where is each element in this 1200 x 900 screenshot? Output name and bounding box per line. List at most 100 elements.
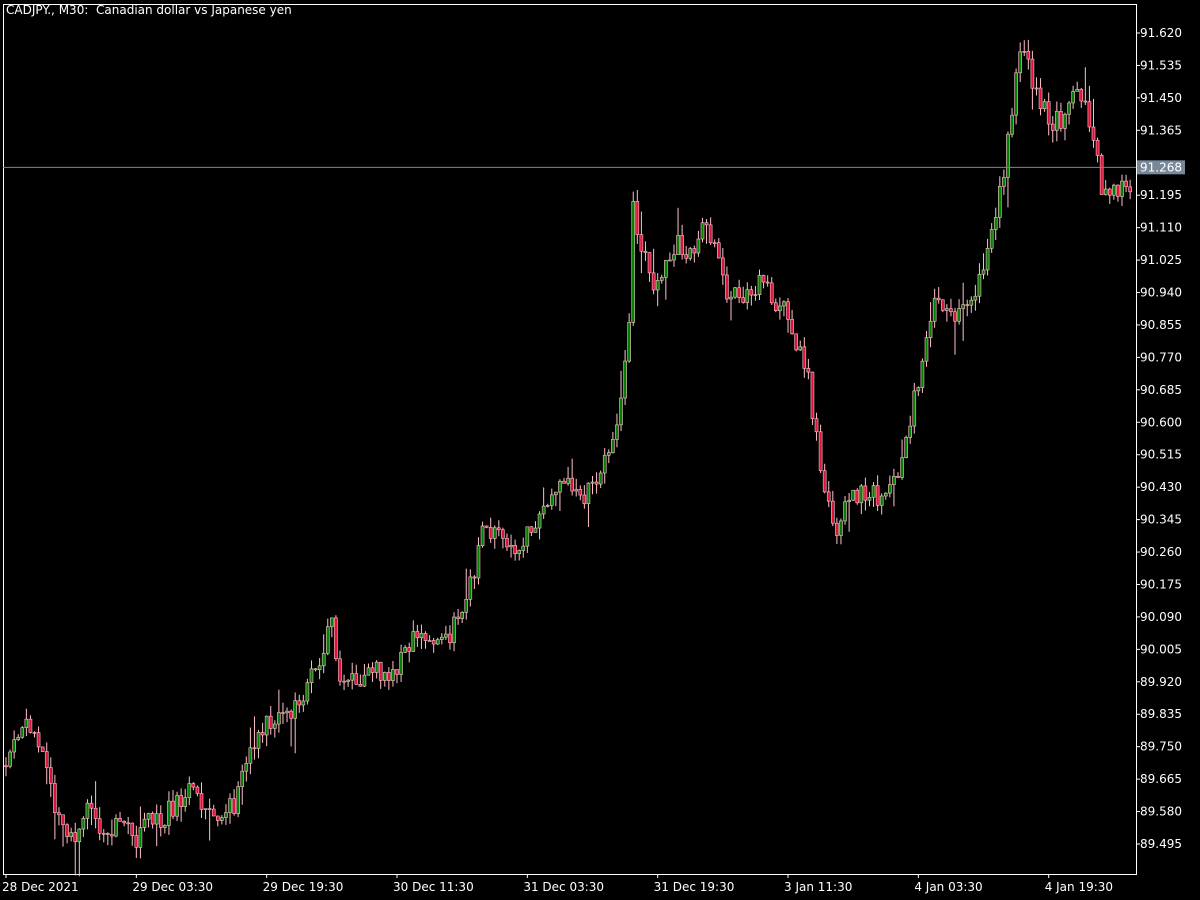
y-tick-label: 90.090	[1140, 610, 1182, 624]
bull-candle	[273, 723, 277, 729]
bull-candle	[1067, 102, 1071, 115]
bull-candle	[602, 454, 607, 474]
bear-candle	[704, 222, 709, 226]
bull-candle	[554, 491, 558, 496]
bear-candle	[118, 818, 122, 822]
bull-candle	[957, 308, 961, 322]
bear-candle	[32, 732, 37, 734]
bear-candle	[484, 525, 489, 528]
bear-candle	[855, 489, 860, 504]
bear-candle	[773, 302, 778, 311]
bear-candle	[562, 480, 566, 484]
bear-candle	[268, 715, 273, 729]
bear-candle	[643, 250, 648, 253]
bull-candle	[945, 308, 949, 311]
bear-candle	[936, 297, 941, 301]
bear-candle	[110, 834, 114, 837]
bull-candle	[541, 505, 546, 515]
y-tick-label: 91.025	[1140, 253, 1182, 267]
bull-candle	[362, 674, 367, 687]
bid-price-label: 91.268	[1140, 160, 1182, 174]
bear-candle	[863, 485, 868, 501]
bull-candle	[464, 598, 469, 613]
bull-candle	[590, 481, 595, 484]
bear-candle	[806, 368, 811, 373]
bear-candle	[953, 311, 957, 322]
bull-candle	[525, 526, 530, 547]
bull-candle	[798, 346, 803, 351]
bear-candle	[716, 242, 721, 259]
bull-candle	[350, 673, 355, 681]
x-tick-label: 31 Dec 19:30	[654, 880, 735, 894]
bear-candle	[684, 254, 688, 259]
bear-candle	[582, 494, 587, 505]
bull-candle	[607, 452, 611, 456]
bull-candle	[993, 217, 998, 230]
bear-candle	[44, 751, 49, 768]
candlestick-chart[interactable]: 91.620 91.535 91.450 91.365 91.195 91.110 91.0…	[0, 0, 1200, 900]
bull-candle	[623, 360, 627, 399]
bull-candle	[745, 289, 750, 303]
bull-candle	[655, 280, 660, 291]
bull-candle	[1014, 72, 1018, 116]
bull-candle	[566, 477, 570, 484]
bull-candle	[256, 732, 261, 749]
bull-candle	[317, 665, 322, 670]
bull-candle	[867, 496, 872, 501]
bull-candle	[1010, 114, 1014, 135]
bull-candle	[476, 545, 481, 579]
bear-candle	[949, 308, 953, 313]
bear-candle	[818, 431, 823, 472]
bull-candle	[615, 424, 619, 440]
bull-candle	[12, 739, 16, 753]
bull-candle	[627, 322, 631, 362]
bull-candle	[187, 783, 192, 798]
bull-candle	[847, 499, 851, 503]
bear-candle	[1083, 100, 1088, 103]
x-tick-label: 29 Dec 19:30	[263, 880, 344, 894]
bull-candle	[114, 818, 118, 837]
y-tick-label: 90.515	[1140, 448, 1182, 462]
bull-candle	[492, 527, 497, 539]
bull-candle	[309, 668, 314, 684]
bear-candle	[338, 658, 342, 682]
bull-candle	[1112, 184, 1116, 196]
bull-candle	[985, 247, 990, 271]
bear-candle	[456, 616, 460, 619]
bear-candle	[130, 822, 135, 836]
bull-candle	[733, 287, 737, 298]
bull-candle	[757, 275, 762, 295]
bull-candle	[399, 651, 403, 675]
bull-candle	[1034, 87, 1039, 90]
bull-candle	[664, 260, 668, 278]
y-tick-label: 89.495	[1140, 837, 1182, 851]
bull-candle	[435, 639, 440, 645]
bull-candle	[672, 254, 676, 261]
bull-candle	[521, 545, 526, 551]
bear-candle	[814, 418, 819, 433]
y-tick-label: 90.770	[1140, 350, 1182, 364]
bull-candle	[859, 485, 864, 504]
bear-candle	[1116, 184, 1120, 197]
bull-candle	[989, 229, 994, 249]
bear-candle	[57, 812, 61, 816]
bear-candle	[639, 234, 644, 252]
bull-candle	[366, 667, 371, 676]
y-tick-label: 90.005	[1140, 642, 1182, 656]
bull-candle	[961, 304, 965, 309]
bear-candle	[826, 491, 831, 502]
x-tick-label: 4 Jan 03:30	[914, 880, 982, 894]
bull-candle	[712, 242, 717, 245]
y-tick-label: 89.580	[1140, 805, 1182, 819]
bull-candle	[700, 222, 705, 240]
bear-candle	[1046, 101, 1051, 125]
chart-window[interactable]: CADJPY., M30: Canadian dollar vs Japanes…	[0, 0, 1200, 900]
bear-candle	[260, 732, 265, 736]
bull-candle	[264, 715, 269, 736]
bear-candle	[802, 346, 807, 369]
bear-candle	[692, 248, 697, 254]
bear-candle	[831, 500, 835, 524]
bull-candle	[688, 248, 693, 259]
bull-candle	[598, 472, 603, 485]
y-tick-label: 90.430	[1140, 480, 1182, 494]
